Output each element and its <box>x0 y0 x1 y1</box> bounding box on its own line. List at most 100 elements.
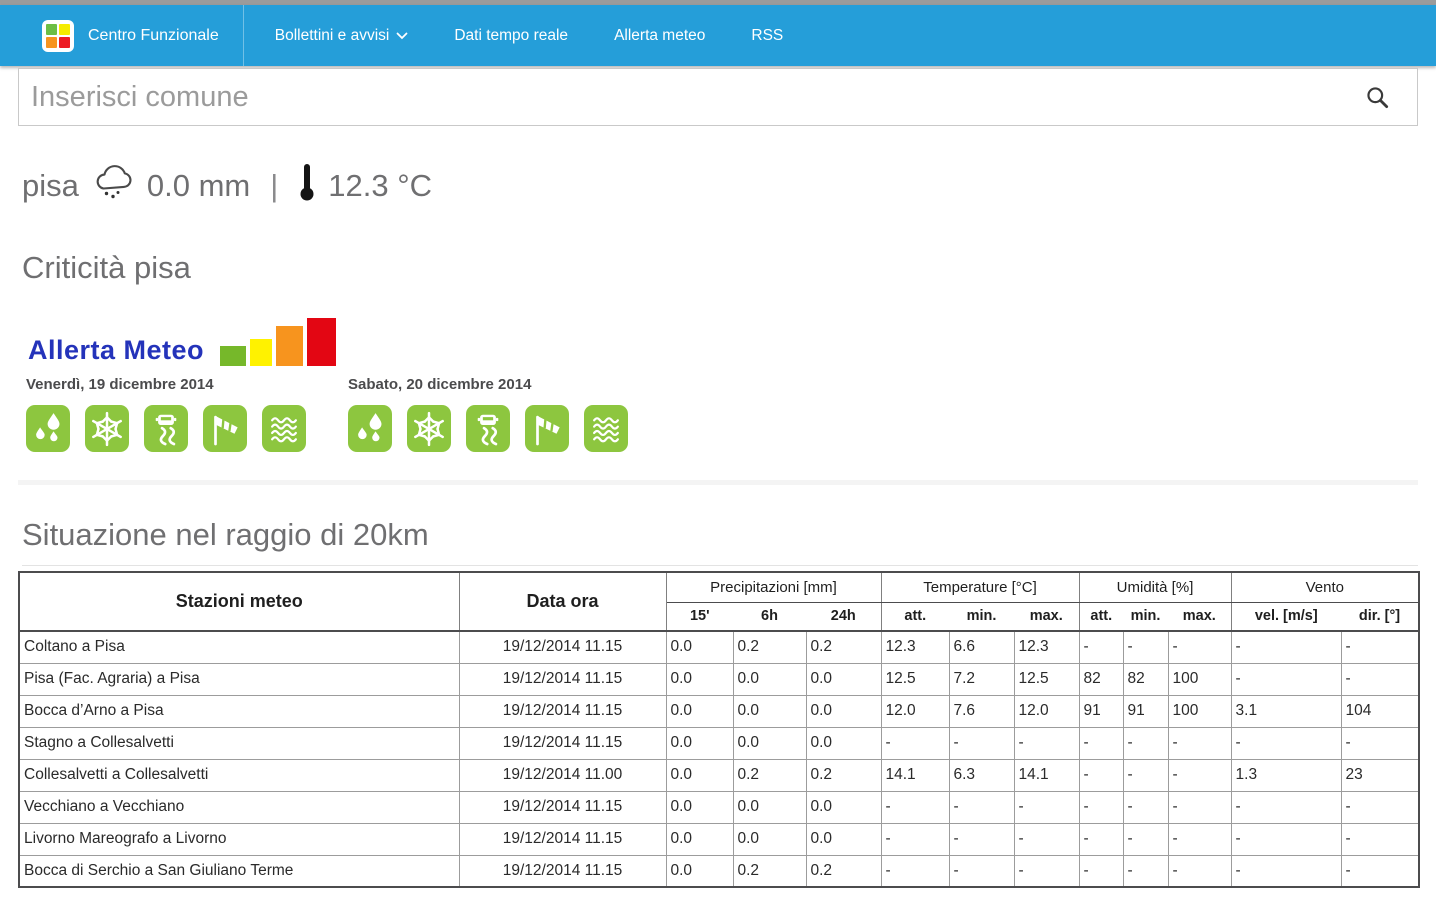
value-cell: - <box>1168 855 1231 887</box>
station-name-cell: Livorno Mareografo a Livorno <box>19 823 459 855</box>
value-cell: - <box>1123 855 1168 887</box>
snow-icon <box>85 405 129 452</box>
value-cell: 0.0 <box>666 727 733 759</box>
value-cell: 6.3 <box>949 759 1014 791</box>
datetime-cell: 19/12/2014 11.15 <box>459 695 666 727</box>
value-cell: - <box>1231 791 1341 823</box>
value-cell: 12.5 <box>881 663 949 695</box>
nav-item-bollettini-e-avvisi[interactable]: Bollettini e avvisi <box>252 5 432 66</box>
value-cell: - <box>881 855 949 887</box>
value-cell: - <box>1079 791 1123 823</box>
nav-item-dati-tempo-reale[interactable]: Dati tempo reale <box>431 5 591 66</box>
wind-icon <box>525 405 569 452</box>
alert-bar-3 <box>307 318 336 366</box>
value-cell: 0.0 <box>733 823 806 855</box>
criticita-days: Venerdì, 19 dicembre 2014 Sabato, 20 dic… <box>26 376 1436 452</box>
datetime-cell: 19/12/2014 11.15 <box>459 663 666 695</box>
value-cell: - <box>1014 823 1079 855</box>
sub-col-header: max. <box>1014 602 1079 631</box>
value-cell: 14.1 <box>1014 759 1079 791</box>
value-cell: 0.0 <box>666 631 733 663</box>
value-cell: - <box>1341 855 1419 887</box>
datetime-cell: 19/12/2014 11.15 <box>459 855 666 887</box>
value-cell: 12.0 <box>1014 695 1079 727</box>
value-cell: 12.3 <box>1014 631 1079 663</box>
value-cell: 0.0 <box>733 791 806 823</box>
search-icon[interactable] <box>1365 85 1391 116</box>
value-cell: - <box>1123 823 1168 855</box>
value-cell: - <box>1079 631 1123 663</box>
allerta-day: Sabato, 20 dicembre 2014 <box>348 376 670 452</box>
sub-col-header: dir. [°] <box>1341 602 1419 631</box>
nav-item-rss[interactable]: RSS <box>728 5 806 66</box>
station-name-cell: Vecchiano a Vecchiano <box>19 791 459 823</box>
value-cell: 0.2 <box>806 759 881 791</box>
allerta-meteo-logo: Allerta Meteo <box>28 316 1436 366</box>
nav-item-allerta-meteo[interactable]: Allerta meteo <box>591 5 728 66</box>
value-cell: 3.1 <box>1231 695 1341 727</box>
value-cell: - <box>1168 791 1231 823</box>
value-cell: - <box>881 823 949 855</box>
value-cell: 0.0 <box>733 727 806 759</box>
value-cell: 0.0 <box>806 695 881 727</box>
value-cell: 7.6 <box>949 695 1014 727</box>
table-row: Livorno Mareografo a Livorno19/12/2014 1… <box>19 823 1419 855</box>
datetime-cell: 19/12/2014 11.15 <box>459 727 666 759</box>
value-cell: - <box>1341 631 1419 663</box>
value-cell: - <box>1231 727 1341 759</box>
value-cell: 23 <box>1341 759 1419 791</box>
station-name-cell: Coltano a Pisa <box>19 631 459 663</box>
value-cell: - <box>1341 727 1419 759</box>
table-row: Vecchiano a Vecchiano19/12/2014 11.150.0… <box>19 791 1419 823</box>
current-temperature: 12.3 °C <box>328 168 432 204</box>
risk-icons-row <box>26 405 348 452</box>
value-cell: - <box>1123 727 1168 759</box>
value-cell: 12.0 <box>881 695 949 727</box>
value-cell: 100 <box>1168 663 1231 695</box>
value-cell: 0.2 <box>806 631 881 663</box>
col-group-header: Temperature [°C] <box>881 572 1079 602</box>
datetime-cell: 19/12/2014 11.00 <box>459 759 666 791</box>
value-cell: 0.0 <box>806 663 881 695</box>
wind-icon <box>203 405 247 452</box>
station-name-cell: Stagno a Collesalvetti <box>19 727 459 759</box>
value-cell: 91 <box>1079 695 1123 727</box>
value-cell: - <box>881 727 949 759</box>
slippery-road-icon <box>144 405 188 452</box>
rough-sea-icon <box>262 405 306 452</box>
sub-col-header: vel. [m/s] <box>1231 602 1341 631</box>
allerta-day-date: Venerdì, 19 dicembre 2014 <box>26 376 348 393</box>
table-row: Stagno a Collesalvetti19/12/2014 11.150.… <box>19 727 1419 759</box>
rain-icon <box>348 405 392 452</box>
value-cell: 91 <box>1123 695 1168 727</box>
value-cell: 12.3 <box>881 631 949 663</box>
table-row: Bocca di Serchio a San Giuliano Terme19/… <box>19 855 1419 887</box>
station-name-cell: Bocca d’Arno a Pisa <box>19 695 459 727</box>
value-cell: 0.0 <box>666 663 733 695</box>
table-row: Collesalvetti a Collesalvetti19/12/2014 … <box>19 759 1419 791</box>
col-header-stazioni-meteo: Stazioni meteo <box>19 572 459 631</box>
alert-bar-2 <box>276 326 303 366</box>
value-cell: 1.3 <box>1231 759 1341 791</box>
value-cell: - <box>1079 855 1123 887</box>
thermometer-icon <box>298 162 316 210</box>
value-cell: - <box>1079 727 1123 759</box>
value-cell: 7.2 <box>949 663 1014 695</box>
alert-bar-1 <box>250 339 272 366</box>
sub-col-header: max. <box>1168 602 1231 631</box>
value-cell: - <box>1014 855 1079 887</box>
value-cell: - <box>881 791 949 823</box>
value-cell: 0.0 <box>666 823 733 855</box>
value-cell: - <box>1123 791 1168 823</box>
current-city: pisa <box>22 168 79 204</box>
value-cell: 82 <box>1079 663 1123 695</box>
value-cell: - <box>1079 823 1123 855</box>
brand-home-link[interactable]: Centro Funzionale <box>0 5 243 66</box>
allerta-logo-text: Allerta Meteo <box>28 335 204 366</box>
search-input[interactable] <box>19 69 1417 125</box>
value-cell: - <box>949 855 1014 887</box>
value-cell: 0.0 <box>666 759 733 791</box>
value-cell: - <box>1231 855 1341 887</box>
value-cell: 0.0 <box>806 727 881 759</box>
value-cell: 0.2 <box>733 631 806 663</box>
